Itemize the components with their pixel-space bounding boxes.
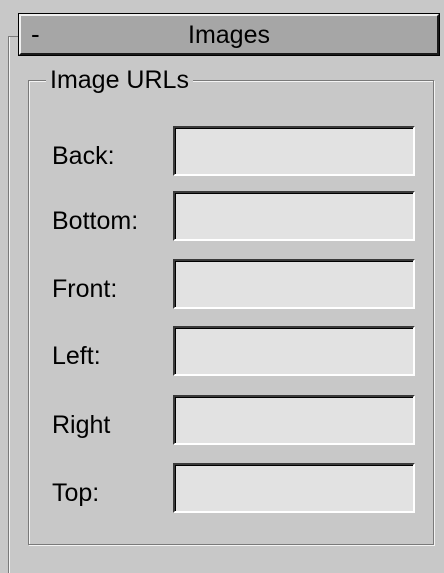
- right-label: Right: [52, 411, 111, 439]
- back-url-field[interactable]: [173, 126, 415, 176]
- left-label: Left:: [52, 342, 101, 370]
- top-url-field[interactable]: [173, 463, 415, 513]
- rollout-title: Images: [188, 21, 270, 49]
- groupbox-legend: Image URLs: [46, 64, 193, 96]
- images-rollout-header[interactable]: - Images: [18, 13, 440, 56]
- bottom-label: Bottom:: [52, 207, 139, 235]
- right-url-field[interactable]: [173, 395, 415, 445]
- bottom-url-field[interactable]: [173, 191, 415, 241]
- images-rollout-panel: - Images Image URLs Back: Bottom: Front:…: [0, 0, 444, 573]
- top-label: Top:: [52, 479, 100, 507]
- left-url-field[interactable]: [173, 326, 415, 376]
- rollout-border-line: [8, 36, 10, 573]
- front-label: Front:: [52, 275, 118, 303]
- front-url-field[interactable]: [173, 259, 415, 309]
- back-label: Back:: [52, 142, 115, 170]
